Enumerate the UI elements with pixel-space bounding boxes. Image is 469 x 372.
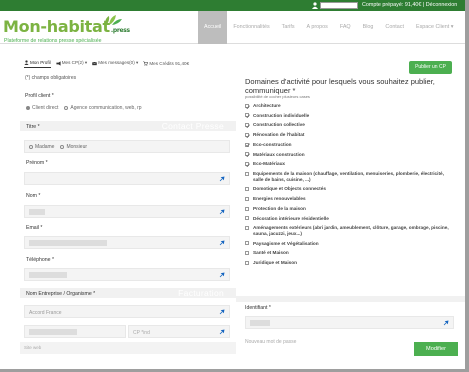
section-contact-heading: Contact Presse bbox=[161, 121, 224, 131]
user-icon bbox=[312, 2, 318, 9]
tab-mes-messages[interactable]: Mes messages(0) ▾ bbox=[92, 60, 138, 68]
profile-tabs: Mon Profil Mes CP(2) ▾ Mes messages(0) ▾… bbox=[24, 60, 189, 68]
profile-form-panel: Mon Profil Mes CP(2) ▾ Mes messages(0) ▾… bbox=[20, 55, 236, 369]
section-facturation: Nom Entreprise / Organisme * Facturation bbox=[20, 288, 236, 298]
megaphone-icon bbox=[56, 60, 61, 66]
account-credit-logout[interactable]: Compte prépayé: 91,40€ | Déconnexion bbox=[362, 2, 457, 8]
tab-mes-cp[interactable]: Mes CP(2) ▾ bbox=[56, 60, 87, 68]
checkbox-domotique[interactable]: Domotique et Objects connectés bbox=[245, 186, 450, 192]
email-input[interactable] bbox=[24, 236, 230, 249]
email-label: Email * bbox=[26, 225, 43, 231]
checkbox-equipements[interactable]: Equipements de la maison (chauffage, ven… bbox=[245, 171, 450, 182]
radio-client-direct[interactable]: Client direct bbox=[26, 105, 58, 111]
pin-icon bbox=[219, 240, 225, 246]
domains-panel: Publier un CP Domaines d'activité pour l… bbox=[236, 55, 465, 369]
checkbox-eco-materiaux[interactable]: Eco-Matériaux bbox=[245, 161, 450, 167]
checkbox-amenagements[interactable]: Aménagements extérieurs (abri jardin, am… bbox=[245, 225, 450, 236]
nav-item-a-propos[interactable]: A propos bbox=[301, 11, 334, 44]
domains-checkbox-list: Architecture Construction individuelle C… bbox=[245, 103, 450, 270]
pin-icon bbox=[219, 272, 225, 278]
page: Compte prépayé: 91,40€ | Déconnexion Mon… bbox=[0, 0, 465, 369]
address-input[interactable] bbox=[24, 325, 126, 338]
checkbox-paysagisme[interactable]: Paysagisme et Végétalisation bbox=[245, 241, 450, 247]
lastname-label: Nom * bbox=[26, 193, 41, 199]
main-nav: Accueil Fonctionnalités Tarifs A propos … bbox=[198, 11, 459, 44]
site-tagline: Plateforme de relations presse spécialis… bbox=[4, 38, 102, 44]
checkbox-materiaux[interactable]: Matériaux construction bbox=[245, 152, 450, 158]
nav-item-tarifs[interactable]: Tarifs bbox=[276, 11, 301, 44]
lastname-input[interactable] bbox=[24, 205, 230, 218]
cart-icon bbox=[143, 60, 149, 66]
pin-icon bbox=[443, 320, 449, 326]
user-icon bbox=[24, 60, 29, 65]
checkbox-sante[interactable]: Santé et Maison bbox=[245, 250, 450, 256]
section-facturation-heading: Facturation bbox=[178, 288, 224, 298]
top-utility-bar: Compte prépayé: 91,40€ | Déconnexion bbox=[0, 0, 465, 11]
modify-button[interactable]: Modifier bbox=[414, 342, 458, 356]
company-label: Nom Entreprise / Organisme * bbox=[26, 291, 96, 297]
company-input[interactable]: Accord France bbox=[24, 305, 230, 318]
phone-input[interactable] bbox=[24, 268, 230, 281]
pin-icon bbox=[219, 329, 225, 335]
checkbox-architecture[interactable]: Architecture bbox=[245, 103, 450, 109]
checkbox-eco-construction[interactable]: Eco-construction bbox=[245, 142, 450, 148]
envelope-icon bbox=[92, 61, 98, 65]
title-select[interactable]: Madame Monsieur bbox=[24, 140, 230, 153]
window-shadow-right bbox=[465, 0, 469, 372]
radio-monsieur[interactable]: Monsieur bbox=[60, 144, 87, 150]
checkbox-decoration[interactable]: Décoration intérieure résidentielle bbox=[245, 216, 450, 222]
title-label: Titre * bbox=[26, 124, 40, 130]
panel-divider bbox=[236, 296, 465, 302]
firstname-input[interactable] bbox=[24, 172, 230, 185]
nav-item-contact[interactable]: Contact bbox=[379, 11, 410, 44]
checkbox-construction-collective[interactable]: Construction collective bbox=[245, 122, 450, 128]
checkbox-renovation[interactable]: Rénovation de l'habitat bbox=[245, 132, 450, 138]
checkbox-protection[interactable]: Protection de la maison bbox=[245, 206, 450, 212]
profile-client-label: Profil client * bbox=[25, 93, 54, 99]
checkbox-construction-individuelle[interactable]: Construction individuelle bbox=[245, 113, 450, 119]
firstname-label: Prénom * bbox=[26, 160, 48, 166]
radio-agence[interactable]: Agence communication, web, rp bbox=[64, 105, 142, 111]
nav-item-espace-client[interactable]: Espace Client ▾ bbox=[410, 11, 459, 44]
checkbox-energies[interactable]: Energies renouvelables bbox=[245, 196, 450, 202]
website-input[interactable]: Site web bbox=[20, 342, 236, 354]
domains-subtitle: possibilité de cocher plusieurs cases bbox=[245, 94, 310, 99]
nav-item-blog[interactable]: Blog bbox=[357, 11, 380, 44]
user-name-box[interactable] bbox=[320, 2, 358, 9]
profile-client-options: Client direct Agence communication, web,… bbox=[26, 105, 142, 111]
identifier-label: Identifiant * bbox=[245, 305, 271, 311]
nav-item-accueil[interactable]: Accueil bbox=[198, 11, 228, 44]
section-contact-presse: Titre * Contact Presse bbox=[20, 121, 236, 131]
nav-item-fonctionnalites[interactable]: Fonctionnalités bbox=[227, 11, 275, 44]
leaf-icon bbox=[105, 15, 122, 25]
publish-cp-button[interactable]: Publier un CP bbox=[409, 61, 452, 74]
pin-icon bbox=[219, 176, 225, 182]
pin-icon bbox=[219, 209, 225, 215]
phone-label: Téléphone * bbox=[26, 257, 54, 263]
tab-mon-profil[interactable]: Mon Profil bbox=[24, 60, 51, 68]
postal-code-input[interactable]: CP *ind bbox=[128, 325, 230, 338]
domains-title: Domaines d'activité pour lesquels vous s… bbox=[245, 77, 435, 95]
pin-icon bbox=[219, 309, 225, 315]
tab-mes-credits[interactable]: Mes Crédits 91,40€ bbox=[143, 60, 189, 68]
required-fields-note: (*) champs obligatoires bbox=[25, 75, 77, 81]
nav-item-faq[interactable]: FAQ bbox=[334, 11, 357, 44]
new-password-label: Nouveau mot de passe bbox=[245, 339, 297, 345]
checkbox-juridique[interactable]: Juridique et Maison bbox=[245, 260, 450, 266]
identifier-input[interactable] bbox=[245, 316, 454, 329]
radio-madame[interactable]: Madame bbox=[29, 144, 54, 150]
